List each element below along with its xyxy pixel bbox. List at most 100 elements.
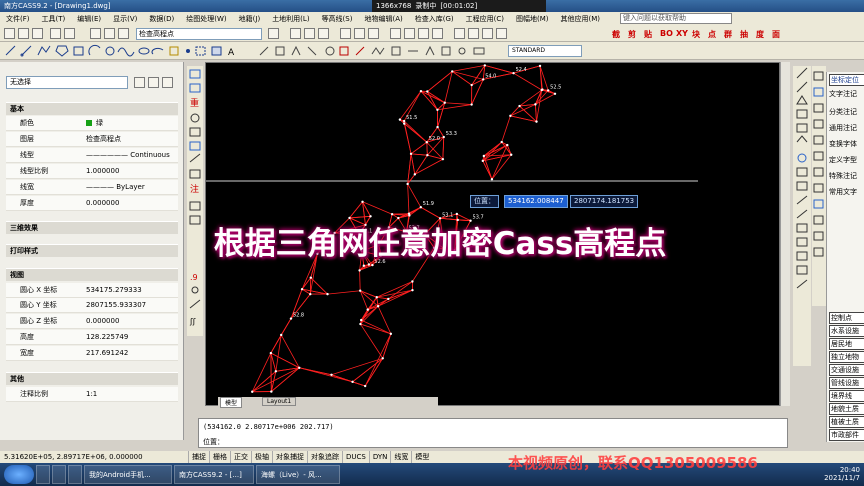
rp-boundary[interactable]: 境界线 <box>829 390 864 402</box>
osnap-toggle[interactable]: 对象捕捉 <box>272 451 307 463</box>
tool-area[interactable]: 面 <box>772 29 780 40</box>
rp-item-common-text[interactable]: 常用文字 <box>829 186 864 199</box>
lineweight-toggle[interactable]: 线宽 <box>390 451 411 463</box>
command-window[interactable]: (534162.0 2.80717e+006 202.717) 位置： <box>198 418 788 448</box>
rp-item-special-note[interactable]: 特殊注记 <box>829 170 864 183</box>
menu-other[interactable]: 其他应用(M) <box>555 14 607 24</box>
prop-row-linetype[interactable]: 线型 —————— Continuous <box>6 148 178 163</box>
dyn-toggle[interactable]: DYN <box>368 451 391 463</box>
section-other[interactable]: 其他 <box>6 372 178 385</box>
undo-icon[interactable] <box>354 28 365 39</box>
menu-map-sheet[interactable]: 图幅地(M) <box>510 14 555 24</box>
sun-icon[interactable] <box>104 28 115 39</box>
layer-state-icon[interactable] <box>64 28 75 39</box>
help-search-input[interactable]: 键入问题以获取帮助 <box>620 13 732 24</box>
rp-municipal[interactable]: 市政部件 <box>829 429 864 441</box>
tool-palette-icon[interactable] <box>482 28 493 39</box>
menu-tools[interactable]: 工具(T) <box>36 14 72 24</box>
rp-pipeline[interactable]: 管线设施 <box>829 377 864 389</box>
properties-icon[interactable] <box>454 28 465 39</box>
extra-tool-icons[interactable] <box>812 66 826 306</box>
tool-cut[interactable]: 剪 <box>628 29 636 40</box>
menu-draw[interactable]: 绘图处理(W) <box>180 14 232 24</box>
zoom-window-icon[interactable] <box>418 28 429 39</box>
prop-row-anno-scale[interactable]: 注释比例 1:1 <box>6 387 178 402</box>
rp-item-define-font[interactable]: 定义字型 <box>829 154 864 167</box>
tool-point[interactable]: 点 <box>708 29 716 40</box>
copy-icon[interactable] <box>304 28 315 39</box>
tab-layout1[interactable]: Layout1 <box>262 397 297 406</box>
layer-icon[interactable] <box>50 28 61 39</box>
quick-select-icon[interactable] <box>162 77 173 88</box>
layer-prev-icon[interactable] <box>268 28 279 39</box>
model-toggle[interactable]: 模型 <box>411 451 432 463</box>
otrack-toggle[interactable]: 对象追踪 <box>307 451 342 463</box>
design-center-icon[interactable] <box>468 28 479 39</box>
vertical-scrollbar[interactable] <box>780 62 790 406</box>
menu-feature-edit[interactable]: 地物编辑(A) <box>358 14 408 24</box>
draw-tools-icons[interactable]: A <box>0 42 500 60</box>
prop-row-lineweight[interactable]: 线宽 ———— ByLayer <box>6 180 178 195</box>
command-prompt[interactable]: 位置： <box>203 437 224 447</box>
zoom-realtime-icon[interactable] <box>404 28 415 39</box>
layer-select[interactable]: 检查高程点 <box>136 28 262 40</box>
rp-item-class-note[interactable]: 分类注记 <box>829 106 864 119</box>
polar-toggle[interactable]: 极轴 <box>251 451 272 463</box>
toggle-pickadd-icon[interactable] <box>134 77 145 88</box>
position-y-input[interactable]: 2807174.181753 <box>570 195 639 208</box>
zoom-prev-icon[interactable] <box>432 28 443 39</box>
bulb-icon[interactable] <box>90 28 101 39</box>
new-icon[interactable] <box>4 28 15 39</box>
tool-degree[interactable]: 度 <box>756 29 764 40</box>
prop-row-center-x[interactable]: 圆心 X 坐标 534175.279333 <box>6 283 178 298</box>
prop-row-color[interactable]: 颜色 绿 <box>6 116 178 131</box>
tool-bo[interactable]: BO <box>660 29 673 38</box>
start-button[interactable] <box>4 465 34 484</box>
match-icon[interactable] <box>340 28 351 39</box>
section-view[interactable]: 视图 <box>6 268 178 281</box>
task-hailuo[interactable]: 海螺（Live）- 风... <box>256 465 340 484</box>
menu-landuse[interactable]: 土地利用(L) <box>266 14 315 24</box>
redo-icon[interactable] <box>368 28 379 39</box>
menu-file[interactable]: 文件(F) <box>0 14 36 24</box>
prop-row-width[interactable]: 宽度 217.691242 <box>6 346 178 361</box>
ortho-toggle[interactable]: 正交 <box>230 451 251 463</box>
task-android[interactable]: 我的Android手机... <box>84 465 172 484</box>
prop-row-center-z[interactable]: 圆心 Z 坐标 0.000000 <box>6 314 178 329</box>
grid-toggle[interactable]: 栅格 <box>209 451 230 463</box>
rp-water[interactable]: 水系设施 <box>829 325 864 337</box>
tool-paste[interactable]: 贴 <box>644 29 652 40</box>
rp-landform[interactable]: 地貌土质 <box>829 403 864 415</box>
help-icon[interactable] <box>496 28 507 39</box>
tab-model[interactable]: 模型 <box>220 397 243 408</box>
rp-item-text[interactable]: 文字注记 <box>829 88 864 101</box>
rp-residence[interactable]: 居民地 <box>829 338 864 350</box>
taskbar-icon-ie[interactable] <box>36 465 50 484</box>
paste-icon[interactable] <box>318 28 329 39</box>
open-icon[interactable] <box>18 28 29 39</box>
menu-data[interactable]: 数据(D) <box>143 14 180 24</box>
menu-edit[interactable]: 编辑(E) <box>71 14 107 24</box>
task-cass[interactable]: 南方CASS9.2 - [...] <box>174 465 254 484</box>
left-tool-icons[interactable]: 重 注 .9 ʃʃ <box>187 66 203 336</box>
taskbar-icon-media[interactable] <box>68 465 82 484</box>
section-basic[interactable]: 基本 <box>6 102 178 115</box>
prop-row-center-y[interactable]: 圆心 Y 坐标 2807155.933307 <box>6 298 178 313</box>
select-objects-icon[interactable] <box>148 77 159 88</box>
ducs-toggle[interactable]: DUCS <box>342 451 369 463</box>
prop-row-thickness[interactable]: 厚度 0.000000 <box>6 196 178 211</box>
tool-xy[interactable]: XY <box>676 29 688 38</box>
cut-icon[interactable] <box>290 28 301 39</box>
menu-engineering[interactable]: 工程应用(C) <box>460 14 510 24</box>
rp-item-font[interactable]: 变换字体 <box>829 138 864 151</box>
tool-extract[interactable]: 抽 <box>740 29 748 40</box>
rp-traffic[interactable]: 交通设施 <box>829 364 864 376</box>
rp-item-locate[interactable]: 坐标定位 <box>829 74 864 86</box>
text-style-select[interactable]: STANDARD <box>508 45 582 57</box>
rp-independent[interactable]: 独立地物 <box>829 351 864 363</box>
right-tool-icons[interactable] <box>793 66 811 366</box>
taskbar-icon-explorer[interactable] <box>52 465 66 484</box>
lock-icon[interactable] <box>118 28 129 39</box>
prop-row-height[interactable]: 高度 128.225749 <box>6 330 178 345</box>
object-select[interactable]: 无选择 <box>6 76 128 89</box>
